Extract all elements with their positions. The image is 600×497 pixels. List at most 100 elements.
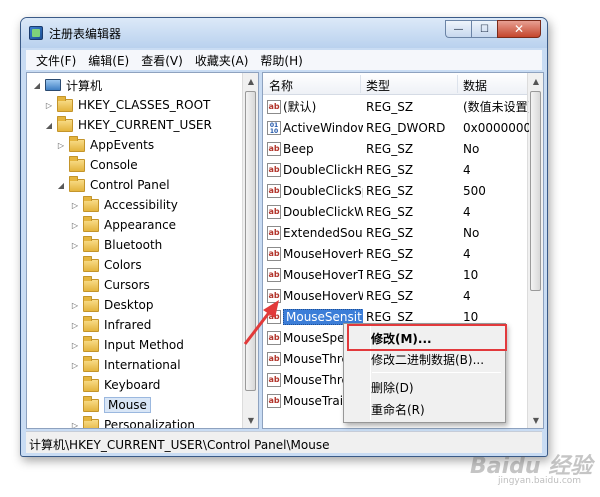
value-name: Beep xyxy=(283,141,314,156)
reg-string-value-icon: ab xyxy=(267,246,281,261)
expanded-arrow-icon[interactable]: ◢ xyxy=(31,81,43,90)
tree-item[interactable]: ▷ Appearance xyxy=(69,215,176,235)
expanded-arrow-icon[interactable]: ◢ xyxy=(43,121,55,130)
registry-value-row[interactable]: abMouseHoverHeightREG_SZ 4 xyxy=(263,243,527,264)
folder-icon xyxy=(83,395,99,412)
modify-highlight-box xyxy=(347,324,507,351)
registry-value-row[interactable]: abMouseHoverTimeREG_SZ 10 xyxy=(263,264,527,285)
tree-item[interactable]: ▷ Accessibility xyxy=(69,195,178,215)
value-data: 4 xyxy=(463,246,471,261)
collapsed-arrow-icon[interactable]: ▷ xyxy=(43,101,55,110)
value-data: No xyxy=(463,141,480,156)
registry-value-row[interactable]: abMouseHoverWidthREG_SZ4 xyxy=(263,285,527,306)
value-type: REG_SZ xyxy=(366,225,414,240)
tree-item-label: Keyboard xyxy=(104,378,161,392)
reg-string-value-icon: ab xyxy=(267,99,281,114)
computer-icon xyxy=(45,79,61,91)
column-header-data[interactable]: 数据 xyxy=(463,77,487,94)
collapsed-arrow-icon[interactable]: ▷ xyxy=(69,361,81,370)
tree-item-label: Mouse xyxy=(104,397,151,413)
folder-icon xyxy=(57,95,73,112)
tree-item-label: Personalization xyxy=(104,418,195,429)
folder-icon xyxy=(69,155,85,172)
collapsed-arrow-icon[interactable]: ▷ xyxy=(69,241,81,250)
menu-view[interactable]: 查看(V) xyxy=(135,52,189,69)
list-header: 名称 类型 数据 xyxy=(263,73,527,95)
tree-item[interactable]: ◢ 计算机 xyxy=(31,75,102,95)
menu-help[interactable]: 帮助(H) xyxy=(254,52,308,69)
column-divider[interactable] xyxy=(360,75,361,93)
registry-value-row[interactable]: abDoubleClickWidthREG_SZ 4 xyxy=(263,201,527,222)
minimize-button[interactable]: — xyxy=(445,20,471,38)
maximize-button[interactable]: ☐ xyxy=(471,20,497,38)
tree-item[interactable]: Console xyxy=(55,155,138,175)
tree-item[interactable]: Keyboard xyxy=(69,375,160,395)
value-name-cell: abMouseHoverHeight xyxy=(267,246,363,261)
scroll-up-arrow-icon[interactable]: ▲ xyxy=(528,73,543,89)
expanded-arrow-icon[interactable]: ◢ xyxy=(55,181,67,190)
tree-item[interactable]: ▷ Desktop xyxy=(69,295,154,315)
collapsed-arrow-icon[interactable]: ▷ xyxy=(69,301,81,310)
reg-string-value-icon: ab xyxy=(267,225,281,240)
collapsed-arrow-icon[interactable]: ▷ xyxy=(69,341,81,350)
registry-value-row[interactable]: abDoubleClickHeightREG_SZ 4 xyxy=(263,159,527,180)
tree-item-label: Bluetooth xyxy=(104,238,163,252)
tree-item[interactable]: ▷ Input Method xyxy=(69,335,184,355)
tree-item[interactable]: ▷ Infrared xyxy=(69,315,151,335)
tree-item-label: Infrared xyxy=(104,318,152,332)
folder-icon xyxy=(83,355,99,372)
scroll-down-arrow-icon[interactable]: ▼ xyxy=(243,412,258,428)
menu-edit[interactable]: 编辑(E) xyxy=(82,52,135,69)
menu-favorites[interactable]: 收藏夹(A) xyxy=(189,52,255,69)
value-name-cell: abDoubleClickSpeed xyxy=(267,183,363,198)
collapsed-arrow-icon[interactable]: ▷ xyxy=(55,141,67,150)
folder-icon xyxy=(83,235,99,252)
tree-item[interactable]: ▷ HKEY_CLASSES_ROOT xyxy=(43,95,210,115)
column-header-name[interactable]: 名称 xyxy=(269,77,293,94)
close-button[interactable]: ✕ xyxy=(497,20,541,38)
scroll-up-arrow-icon[interactable]: ▲ xyxy=(243,73,258,89)
scroll-down-arrow-icon[interactable]: ▼ xyxy=(528,412,543,428)
tree-item-label: Control Panel xyxy=(90,178,170,192)
folder-icon xyxy=(83,275,99,292)
tree-item[interactable]: ▷ International xyxy=(69,355,181,375)
title-bar[interactable]: 注册表编辑器 — ☐ ✕ xyxy=(21,18,547,48)
collapsed-arrow-icon[interactable]: ▷ xyxy=(69,201,81,210)
folder-icon xyxy=(83,375,99,392)
tree-item[interactable]: ◢ Control Panel xyxy=(55,175,170,195)
registry-value-row[interactable]: abExtendedSoundsREG_SZ No xyxy=(263,222,527,243)
context-menu-modify-binary[interactable]: 修改二进制数据(B)... xyxy=(371,349,484,369)
value-type: REG_SZ xyxy=(366,246,414,261)
menu-file[interactable]: 文件(F) xyxy=(30,52,82,69)
values-scroll-thumb[interactable] xyxy=(530,91,541,291)
registry-value-row[interactable]: ab (默认) REG_SZ (数值未设置) xyxy=(263,96,529,117)
context-menu-rename[interactable]: 重命名(R) xyxy=(371,399,425,419)
value-name: MouseHoverTime xyxy=(283,267,363,282)
tree-scrollbar[interactable]: ▲ ▼ xyxy=(242,73,258,428)
tree-item[interactable]: Colors xyxy=(69,255,142,275)
registry-value-row[interactable]: ab Beep REG_SZ No xyxy=(263,138,527,159)
context-menu-delete[interactable]: 删除(D) xyxy=(371,377,414,397)
value-data: 10 xyxy=(463,309,479,324)
registry-value-row[interactable]: abDoubleClickSpeedREG_SZ 500 xyxy=(263,180,527,201)
tree-item[interactable]: ▷ AppEvents xyxy=(55,135,154,155)
collapsed-arrow-icon[interactable]: ▷ xyxy=(69,421,81,429)
value-type: REG_SZ xyxy=(366,141,414,156)
tree-item[interactable]: ▷ Bluetooth xyxy=(69,235,162,255)
column-divider[interactable] xyxy=(457,75,458,93)
registry-tree-pane[interactable]: ▲ ▼ ◢ 计算机 ▷ HKEY_CLASSES_ROOT ◢ HKEY_CURRENT_… xyxy=(26,72,259,429)
value-name: ExtendedSounds xyxy=(283,225,363,240)
reg-string-value-icon: ab xyxy=(267,162,281,177)
folder-icon xyxy=(83,335,99,352)
value-name: (默认) xyxy=(283,100,317,114)
collapsed-arrow-icon[interactable]: ▷ xyxy=(69,321,81,330)
column-header-type[interactable]: 类型 xyxy=(366,77,390,94)
tree-item[interactable]: Cursors xyxy=(69,275,150,295)
collapsed-arrow-icon[interactable]: ▷ xyxy=(69,221,81,230)
registry-value-row[interactable]: 0110ActiveWindowTrackingREG_DWORD 0x00000… xyxy=(263,117,529,138)
values-scrollbar[interactable]: ▲ ▼ xyxy=(527,73,543,428)
tree-item[interactable]: ▷ Personalization xyxy=(69,415,195,429)
tree-item[interactable]: Mouse xyxy=(69,395,151,415)
tree-item[interactable]: ◢ HKEY_CURRENT_USER xyxy=(43,115,212,135)
tree-item-label: Appearance xyxy=(104,218,177,232)
